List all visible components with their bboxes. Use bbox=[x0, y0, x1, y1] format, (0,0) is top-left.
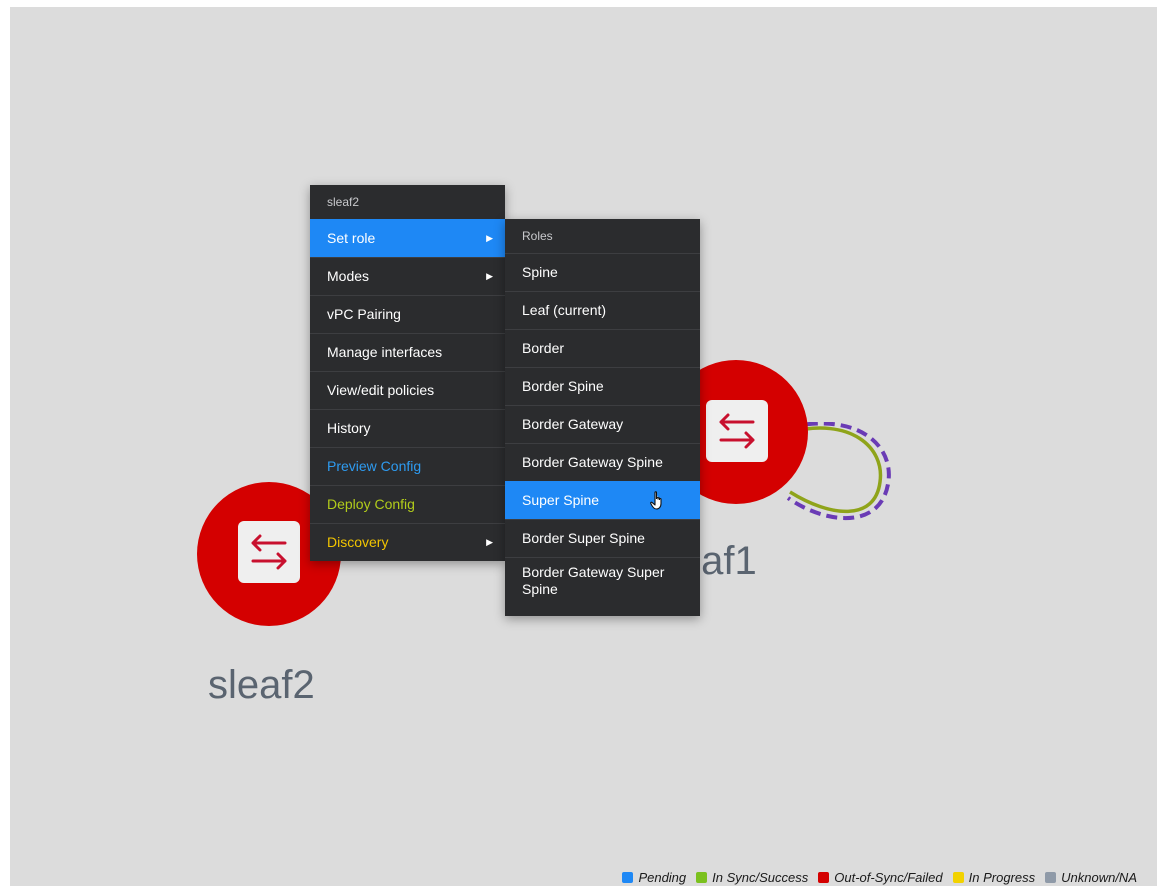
menu-item-label: Modes bbox=[327, 268, 370, 284]
legend-label: In Sync/Success bbox=[712, 870, 809, 885]
legend-swatch bbox=[952, 872, 964, 883]
role-super-spine[interactable]: Super Spine bbox=[505, 481, 700, 519]
legend-swatch bbox=[696, 872, 708, 883]
hand-pointer-icon bbox=[650, 491, 662, 510]
sleaf1-switch-icon bbox=[706, 400, 768, 462]
submenu-arrow-icon: ▶ bbox=[486, 233, 493, 243]
topology-canvas[interactable]: sleaf1 sleaf2 sleaf2 Set role ▶ Modes ▶ … bbox=[10, 7, 1157, 886]
legend-swatch bbox=[622, 872, 634, 883]
role-label: Border bbox=[522, 340, 565, 356]
submenu-arrow-icon: ▶ bbox=[486, 537, 493, 547]
role-label: Leaf (current) bbox=[522, 302, 607, 318]
legend-out-of-sync: Out-of-Sync/Failed bbox=[818, 870, 943, 885]
legend-label: In Progress bbox=[968, 870, 1036, 885]
menu-item-label: View/edit policies bbox=[327, 382, 435, 398]
menu-item-preview-config[interactable]: Preview Config bbox=[310, 447, 505, 485]
legend-swatch bbox=[818, 872, 830, 883]
legend-swatch bbox=[1045, 872, 1057, 883]
legend-unknown: Unknown/NA bbox=[1045, 870, 1137, 885]
menu-item-vpc-pairing[interactable]: vPC Pairing bbox=[310, 295, 505, 333]
menu-item-label: Manage interfaces bbox=[327, 344, 443, 360]
legend-label: Out-of-Sync/Failed bbox=[834, 870, 943, 885]
role-label: Border Super Spine bbox=[522, 530, 645, 546]
role-border-gateway-spine[interactable]: Border Gateway Spine bbox=[505, 443, 700, 481]
menu-item-label: Preview Config bbox=[327, 458, 422, 474]
role-leaf-current[interactable]: Leaf (current) bbox=[505, 291, 700, 329]
menu-item-label: vPC Pairing bbox=[327, 306, 401, 322]
role-label: Border Gateway bbox=[522, 416, 624, 432]
menu-item-history[interactable]: History bbox=[310, 409, 505, 447]
status-legend: Pending In Sync/Success Out-of-Sync/Fail… bbox=[612, 870, 1137, 885]
legend-label: Unknown/NA bbox=[1061, 870, 1137, 885]
sleaf2-switch-icon bbox=[238, 521, 300, 583]
menu-item-manage-interfaces[interactable]: Manage interfaces bbox=[310, 333, 505, 371]
menu-item-view-edit-policies[interactable]: View/edit policies bbox=[310, 371, 505, 409]
role-border-spine[interactable]: Border Spine bbox=[505, 367, 700, 405]
role-spine[interactable]: Spine bbox=[505, 253, 700, 291]
menu-item-modes[interactable]: Modes ▶ bbox=[310, 257, 505, 295]
legend-label: Pending bbox=[638, 870, 687, 885]
menu-item-label: Discovery bbox=[327, 534, 389, 550]
role-border-gateway-super-spine[interactable]: Border Gateway Super Spine bbox=[505, 557, 700, 616]
menu-item-deploy-config[interactable]: Deploy Config bbox=[310, 485, 505, 523]
sleaf2-label: sleaf2 bbox=[208, 663, 315, 707]
role-label: Border Gateway Spine bbox=[522, 454, 663, 470]
role-label: Border Spine bbox=[522, 378, 604, 394]
menu-item-set-role[interactable]: Set role ▶ bbox=[310, 219, 505, 257]
role-border[interactable]: Border bbox=[505, 329, 700, 367]
legend-pending: Pending bbox=[622, 870, 686, 885]
role-label: Super Spine bbox=[522, 492, 600, 508]
menu-item-label: Set role bbox=[327, 230, 376, 246]
role-label: Spine bbox=[522, 264, 558, 280]
role-label: Border Gateway Super Spine bbox=[522, 564, 665, 597]
menu-item-discovery[interactable]: Discovery ▶ bbox=[310, 523, 505, 561]
legend-in-progress: In Progress bbox=[952, 870, 1036, 885]
roles-submenu: Roles Spine Leaf (current) Border Border… bbox=[505, 219, 700, 616]
submenu-arrow-icon: ▶ bbox=[486, 271, 493, 281]
node-context-menu: sleaf2 Set role ▶ Modes ▶ vPC Pairing Ma… bbox=[310, 185, 505, 561]
menu-item-label: History bbox=[327, 420, 371, 436]
role-border-gateway[interactable]: Border Gateway bbox=[505, 405, 700, 443]
legend-in-sync: In Sync/Success bbox=[696, 870, 808, 885]
context-menu-header: sleaf2 bbox=[327, 195, 360, 209]
role-border-super-spine[interactable]: Border Super Spine bbox=[505, 519, 700, 557]
roles-submenu-header: Roles bbox=[522, 229, 553, 243]
menu-item-label: Deploy Config bbox=[327, 496, 415, 512]
